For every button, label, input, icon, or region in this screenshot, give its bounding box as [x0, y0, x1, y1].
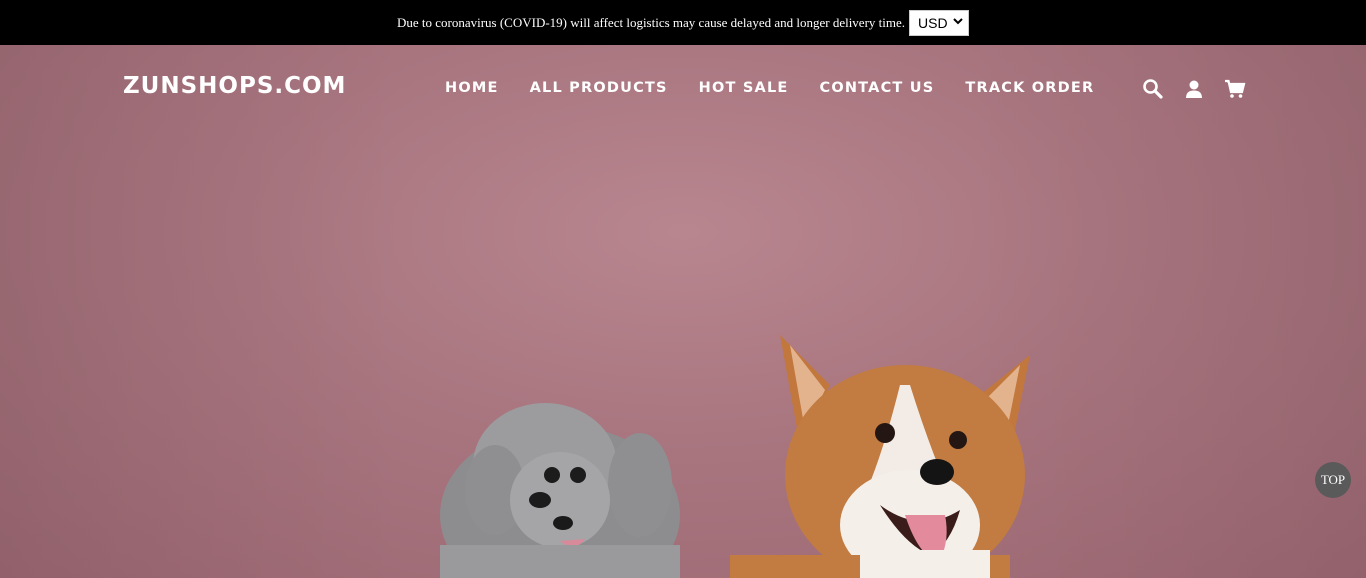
hero-banner: ZUNSHOPS.COM HOME ALL PRODUCTS HOT SALE … [0, 45, 1366, 578]
nav-track-order[interactable]: TRACK ORDER [965, 80, 1094, 96]
main-nav: HOME ALL PRODUCTS HOT SALE CONTACT US TR… [445, 80, 1125, 96]
site-logo[interactable]: ZUNSHOPS.COM [123, 73, 346, 99]
poodle-figure [440, 403, 680, 578]
cart-icon[interactable] [1224, 78, 1246, 100]
corgi-figure [730, 335, 1030, 578]
announcement-bar: Due to coronavirus (COVID-19) will affec… [0, 0, 1366, 45]
nav-contact-us[interactable]: CONTACT US [819, 80, 934, 96]
hero-image [440, 335, 1030, 578]
back-to-top-button[interactable]: TOP [1315, 462, 1351, 498]
search-icon[interactable] [1142, 78, 1164, 100]
header-icons [1142, 78, 1246, 100]
chevron-down-icon [953, 17, 963, 28]
account-icon[interactable] [1183, 78, 1205, 100]
nav-hot-sale[interactable]: HOT SALE [699, 80, 789, 96]
currency-select[interactable]: USD [909, 9, 970, 36]
nav-home[interactable]: HOME [445, 80, 499, 96]
currency-value: USD [918, 14, 948, 31]
announcement-message: Due to coronavirus (COVID-19) will affec… [396, 14, 906, 30]
nav-all-products[interactable]: ALL PRODUCTS [530, 80, 668, 96]
